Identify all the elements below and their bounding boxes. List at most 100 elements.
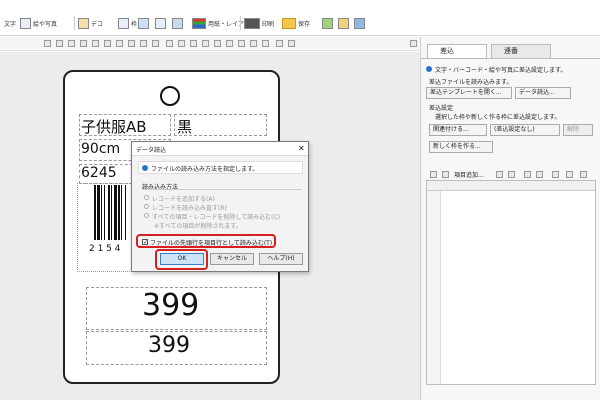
insert-row-icon[interactable] <box>496 171 503 178</box>
extra-tool-3[interactable] <box>354 16 367 30</box>
price-large-text: 399 <box>142 288 200 323</box>
copy-icon[interactable] <box>80 40 87 47</box>
layout-tool-1[interactable] <box>138 16 151 30</box>
tab-merge[interactable]: 差込 <box>427 44 487 58</box>
load-section-text: 差込ファイルを読み込みます。 <box>429 79 513 86</box>
cut-icon[interactable] <box>68 40 75 47</box>
layout-tool-3[interactable] <box>172 16 185 30</box>
align-right-icon[interactable] <box>190 40 197 47</box>
option-reload-radio[interactable] <box>144 204 149 209</box>
sort-icon[interactable] <box>552 171 559 178</box>
table-toolbar: 項目追加... <box>426 168 598 180</box>
group-icon[interactable] <box>140 40 147 47</box>
refresh-icon[interactable] <box>430 171 437 178</box>
align-left-icon[interactable] <box>166 40 173 47</box>
checkbox-highlight <box>136 234 276 248</box>
tab-serial[interactable]: 連番 <box>491 44 551 58</box>
barcode-photo-tool[interactable]: 絵や写真 <box>20 16 57 30</box>
row-header-column <box>427 191 441 384</box>
frame-icon <box>118 17 129 29</box>
align-center-icon[interactable] <box>178 40 185 47</box>
align-icon[interactable] <box>152 40 159 47</box>
dialog-title: データ読込 <box>136 147 167 154</box>
barcode-bar <box>125 185 126 240</box>
color-text: 黒 <box>177 118 193 136</box>
barcode-bar <box>101 185 102 240</box>
help-button[interactable]: ヘルプ(H) <box>259 253 303 265</box>
toolbar-divider <box>240 16 241 30</box>
ok-highlight <box>155 249 208 270</box>
delete-col-icon[interactable] <box>536 171 543 178</box>
dialog-info-box: ファイルの読み込み方法を指定します。 <box>138 161 303 174</box>
grid-icon[interactable] <box>442 171 449 178</box>
unlink-button[interactable]: 解除 <box>563 124 593 136</box>
info-icon <box>142 165 148 171</box>
tab-serial-label: 連番 <box>504 47 518 55</box>
barcode-icon <box>20 17 31 29</box>
merge-data-table[interactable] <box>426 180 596 385</box>
dialog-titlebar[interactable]: データ読込 ✕ <box>132 142 308 156</box>
main-toolbar: 文字 絵や写真 デコ 枠 用紙・レイアウト 印刷 保存 <box>0 0 600 36</box>
data-load-button[interactable]: データ読込... <box>515 87 571 99</box>
option-append-label: レコードを追加する(A) <box>152 196 215 203</box>
deco-icon <box>78 17 89 29</box>
paste-icon[interactable] <box>92 40 99 47</box>
barcode-bar <box>118 185 120 240</box>
align-middle-icon[interactable] <box>214 40 221 47</box>
price-small-text: 399 <box>148 333 190 358</box>
option-append-radio[interactable] <box>144 195 149 200</box>
filter-icon[interactable] <box>566 171 573 178</box>
barcode-bar <box>94 185 96 240</box>
page-icon <box>138 17 149 29</box>
link-button[interactable]: 関連付ける... <box>429 124 487 136</box>
cancel-button[interactable]: キャンセル <box>210 253 254 265</box>
settings-icon[interactable] <box>288 40 295 47</box>
extra-tool-2[interactable] <box>338 16 351 30</box>
add-item-button[interactable]: 項目追加... <box>454 170 484 179</box>
template-button[interactable]: 差込テンプレートを開く... <box>426 87 512 99</box>
rotate-icon[interactable] <box>250 40 257 47</box>
size-text: 90cm <box>81 141 121 157</box>
zoom-icon[interactable] <box>276 40 283 47</box>
extra-tool-1[interactable] <box>322 16 335 30</box>
insert-col-icon[interactable] <box>524 171 531 178</box>
printer-icon <box>244 17 260 29</box>
back-icon[interactable] <box>128 40 135 47</box>
star-icon <box>338 17 349 29</box>
option-replace-label: すべての項目・レコードを削除して読み込む(C) <box>152 214 281 221</box>
front-icon[interactable] <box>116 40 123 47</box>
redo-icon[interactable] <box>56 40 63 47</box>
frame-tool[interactable]: 枠 <box>118 16 137 30</box>
more-icon[interactable] <box>580 171 587 178</box>
barcode-bar <box>97 185 100 240</box>
print-tool[interactable]: 印刷 <box>244 16 274 30</box>
delete-icon[interactable] <box>104 40 111 47</box>
option-replace-radio[interactable] <box>144 213 149 218</box>
undo-icon[interactable] <box>44 40 51 47</box>
folder-icon <box>282 17 296 29</box>
distribute-icon[interactable] <box>238 40 245 47</box>
layout-tool-2[interactable] <box>155 16 168 30</box>
save-tool[interactable]: 保存 <box>282 16 310 30</box>
text-tool[interactable]: 文字 <box>4 16 16 30</box>
new-frame-button[interactable]: 新しく枠を作る... <box>429 141 493 153</box>
barcode-bar <box>111 185 112 240</box>
edit-toolbar <box>0 37 420 51</box>
frame-label: 枠 <box>131 20 138 28</box>
delete-row-icon[interactable] <box>508 171 515 178</box>
barcode-digits: 2 1 5 4 <box>89 244 121 254</box>
close-icon[interactable]: ✕ <box>298 144 305 153</box>
barcode-bar <box>104 185 105 240</box>
deco-tool[interactable]: デコ <box>78 16 103 30</box>
table-header <box>427 181 595 191</box>
link-status: (差込設定なし) <box>490 124 560 136</box>
barcode-photo-label: 絵や写真 <box>33 20 58 28</box>
align-bottom-icon[interactable] <box>226 40 233 47</box>
panel-toggle-icon[interactable] <box>410 40 417 47</box>
leaf-icon <box>322 17 333 29</box>
barcode-bar <box>108 185 110 240</box>
panel-info-text: 文字・バーコード・絵や写真に差込設定します。 <box>435 67 567 74</box>
flip-icon[interactable] <box>262 40 269 47</box>
option-replace-note: ※すべての項目が削除されます。 <box>154 223 242 230</box>
align-top-icon[interactable] <box>202 40 209 47</box>
